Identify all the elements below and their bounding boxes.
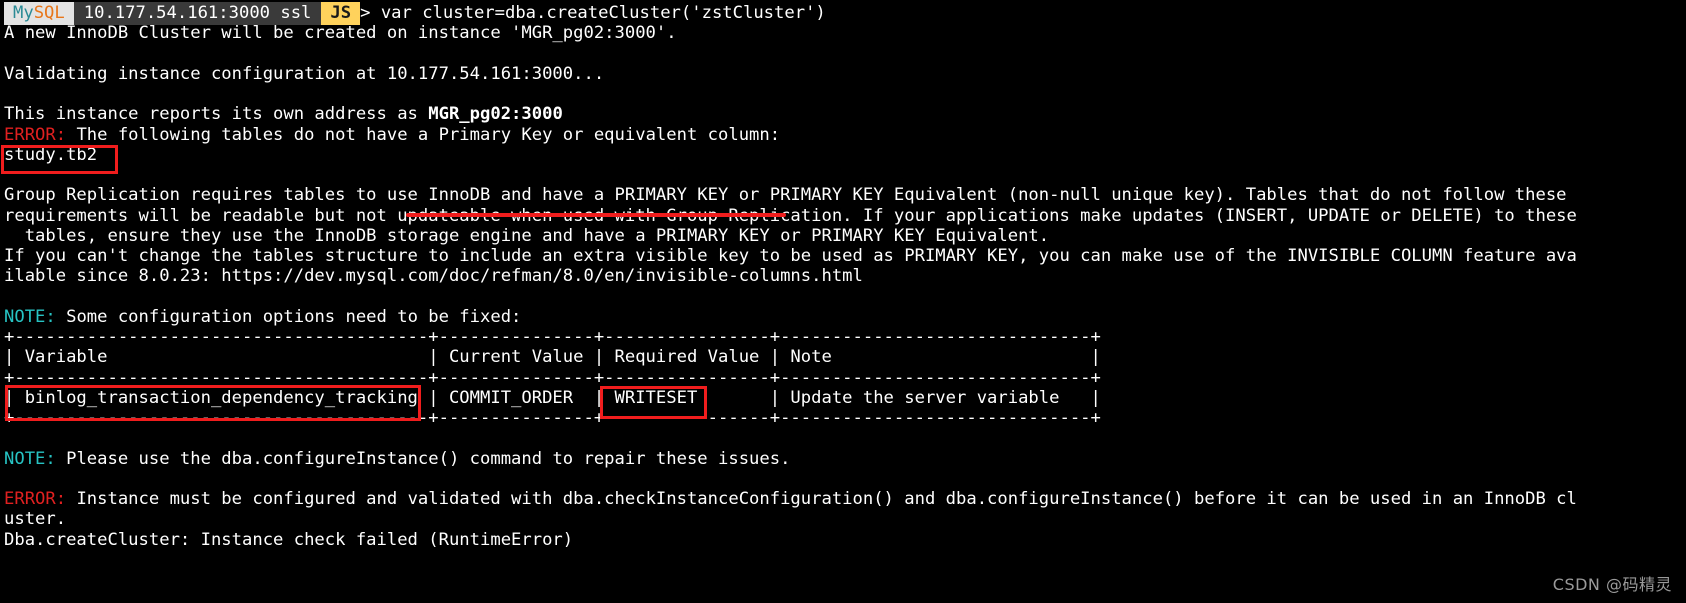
output-line: If you can't change the tables structure… <box>0 246 1686 266</box>
error-label: ERROR: <box>4 489 77 509</box>
output-line: A new InnoDB Cluster will be created on … <box>0 23 1686 43</box>
output-line-final-error: Dba.createCluster: Instance check failed… <box>0 530 1686 550</box>
prompt-line: MySQL 10.177.54.161:3000 ssl JS > var clust… <box>0 2 1686 25</box>
line-text: A new InnoDB Cluster will be created on … <box>4 23 677 44</box>
line-text: +---------------------------------------… <box>4 408 1101 428</box>
table-border-mid: +---------------------------------------… <box>0 368 1686 388</box>
line-text: | Variable | Current Value | Required Va… <box>4 347 1101 368</box>
line-text: If you can't change the tables structure… <box>4 246 1577 266</box>
line-text: This instance reports its own address as <box>4 104 429 125</box>
table-border-top: +---------------------------------------… <box>0 327 1686 347</box>
output-line-address: This instance reports its own address as… <box>0 104 1686 124</box>
mysql-badge: MySQL <box>4 2 74 25</box>
mysql-badge-my: My <box>13 3 34 23</box>
table-row: | binlog_transaction_dependency_tracking… <box>0 388 1686 408</box>
output-line-note-config: NOTE: Some configuration options need to… <box>0 307 1686 327</box>
line-text: Instance must be configured and validate… <box>76 489 1577 509</box>
line-text: uster. <box>4 509 67 530</box>
error-label: ERROR: <box>4 124 77 145</box>
line-text: Validating instance configuration at 10.… <box>4 63 605 84</box>
prompt-arrow: > <box>360 3 381 23</box>
output-line: tables, ensure they use the InnoDB stora… <box>0 226 1686 246</box>
note-label: NOTE: <box>4 448 67 469</box>
output-line: requirements will be readable but not up… <box>0 206 1686 226</box>
host-badge: 10.177.54.161:3000 ssl <box>73 2 322 25</box>
line-text: The following tables do not have a Prima… <box>76 124 781 145</box>
note-label: NOTE: <box>4 306 67 327</box>
output-line: ilable since 8.0.23: https://dev.mysql.c… <box>0 266 1686 286</box>
table-border-bottom: +---------------------------------------… <box>0 408 1686 428</box>
watermark: CSDN @码精灵 <box>1552 574 1672 594</box>
output-line-error-instance: ERROR: Instance must be configured and v… <box>0 489 1686 509</box>
line-text: tables, ensure they use the InnoDB stora… <box>4 225 1050 246</box>
line-text: Group Replication requires tables to use… <box>4 185 1567 206</box>
mode-badge-js: JS <box>321 2 361 25</box>
output-line: uster. <box>0 509 1686 529</box>
line-text: +---------------------------------------… <box>4 327 1101 347</box>
line-text: +---------------------------------------… <box>4 367 1101 388</box>
instance-address: MGR_pg02:3000 <box>428 104 563 125</box>
line-text: Some configuration options need to be fi… <box>66 306 522 327</box>
terminal-window[interactable]: MySQL 10.177.54.161:3000 ssl JS > var clust… <box>0 0 1686 603</box>
output-line: Group Replication requires tables to use… <box>0 185 1686 205</box>
output-line-note-repair: NOTE: Please use the dba.configureInstan… <box>0 449 1686 469</box>
command-text: var cluster=dba.createCluster('zstCluste… <box>380 3 826 23</box>
table-header-row: | Variable | Current Value | Required Va… <box>0 347 1686 367</box>
output-line: Validating instance configuration at 10.… <box>0 64 1686 84</box>
output-line-error-tables: ERROR: The following tables do not have … <box>0 125 1686 145</box>
line-text: | binlog_transaction_dependency_tracking… <box>4 387 1101 408</box>
line-text: Please use the dba.configureInstance() c… <box>66 448 791 469</box>
mysql-badge-sql: SQL <box>33 3 65 23</box>
highlighted-table-name: study.tb2 <box>4 144 98 165</box>
line-text: Dba.createCluster: Instance check failed… <box>4 529 574 550</box>
line-text: requirements will be readable but not up… <box>4 205 1577 226</box>
line-text: ilable since 8.0.23: https://dev.mysql.c… <box>4 266 863 287</box>
output-line-table-name: study.tb2 <box>0 145 1686 165</box>
